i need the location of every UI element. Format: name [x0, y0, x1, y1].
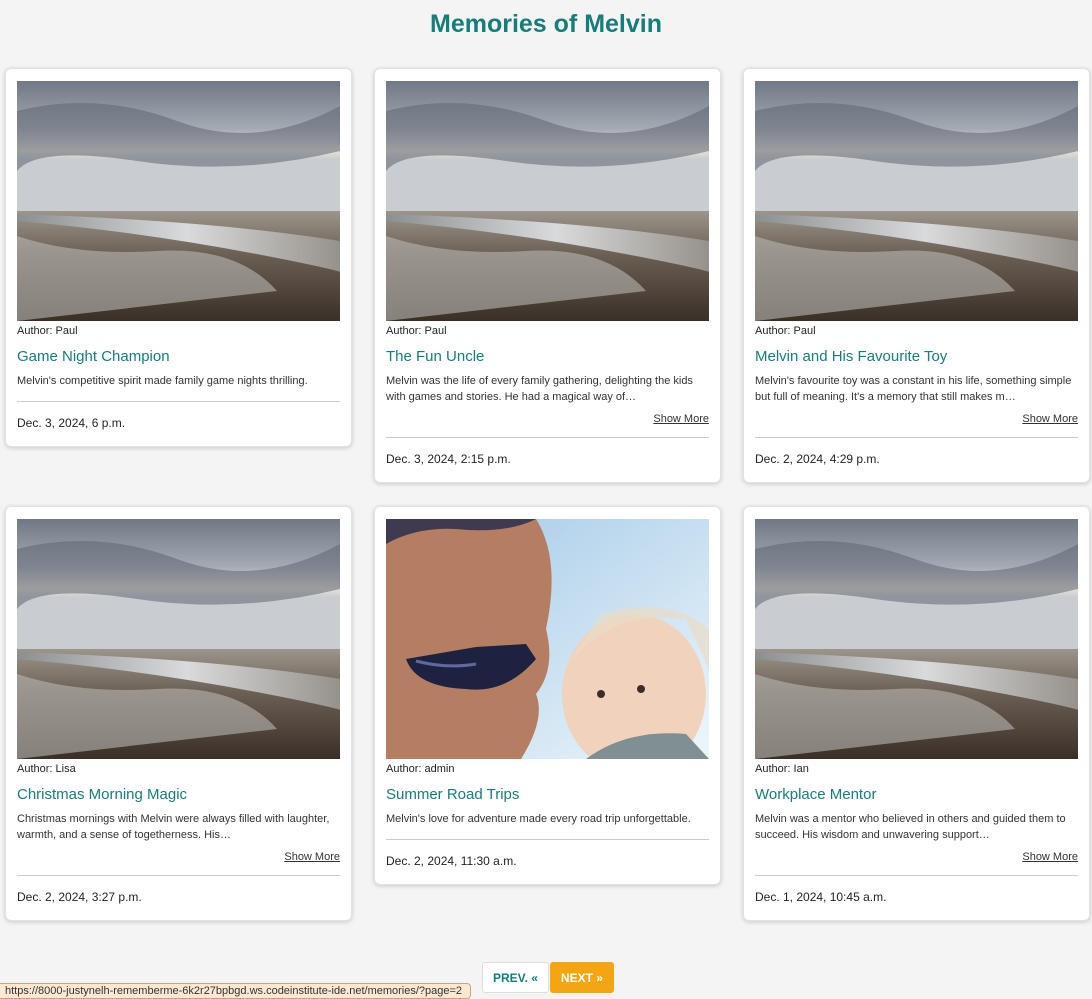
show-more-link[interactable]: Show More [755, 851, 1078, 863]
memory-photo[interactable] [17, 81, 340, 321]
memory-photo[interactable] [755, 519, 1078, 759]
show-more-link[interactable]: Show More [17, 851, 340, 863]
pagination: PREV. « NEXT » [482, 962, 614, 993]
memory-card[interactable]: Author: Lisa Christmas Morning Magic Chr… [5, 506, 352, 921]
memory-title[interactable]: Christmas Morning Magic [17, 786, 340, 803]
memory-card[interactable]: Author: Paul Game Night Champion Melvin'… [5, 68, 352, 447]
link-status-url: https://8000-justynelh-rememberme-6k2r27… [0, 983, 472, 999]
memory-title[interactable]: Summer Road Trips [386, 786, 709, 803]
memory-date: Dec. 2, 2024, 11:30 a.m. [386, 854, 517, 868]
memory-date: Dec. 1, 2024, 10:45 a.m. [755, 890, 887, 904]
memory-author: Author: admin [386, 763, 455, 775]
memory-photo[interactable] [386, 519, 709, 759]
memory-author: Author: Ian [755, 763, 809, 775]
next-page-button[interactable]: NEXT » [549, 962, 614, 993]
memory-photo[interactable] [17, 519, 340, 759]
memory-date: Dec. 3, 2024, 6 p.m. [17, 416, 126, 430]
memory-excerpt: Melvin's love for adventure made every r… [386, 813, 691, 825]
memory-photo[interactable] [386, 81, 709, 321]
memory-excerpt: Melvin was the life of every family gath… [386, 375, 693, 403]
memory-photo[interactable] [755, 81, 1078, 321]
memory-author: Author: Paul [755, 325, 816, 337]
memory-card[interactable]: Author: Paul Melvin and His Favourite To… [743, 68, 1090, 483]
memory-title[interactable]: Workplace Mentor [755, 786, 1078, 803]
memory-author: Author: Paul [386, 325, 447, 337]
memory-card[interactable]: Author: Ian Workplace Mentor Melvin was … [743, 506, 1090, 921]
memory-card[interactable]: Author: Paul The Fun Uncle Melvin was th… [374, 68, 721, 483]
memory-title[interactable]: The Fun Uncle [386, 348, 709, 365]
page-title: Memories of Melvin [430, 10, 662, 38]
show-more-link[interactable]: Show More [386, 413, 709, 425]
memory-excerpt: Melvin's favourite toy was a constant in… [755, 375, 1072, 403]
memory-title[interactable]: Game Night Champion [17, 348, 340, 365]
prev-page-button[interactable]: PREV. « [482, 962, 549, 993]
memory-date: Dec. 2, 2024, 4:29 p.m. [755, 452, 880, 466]
memory-date: Dec. 2, 2024, 3:27 p.m. [17, 890, 142, 904]
memory-title[interactable]: Melvin and His Favourite Toy [755, 348, 1078, 365]
memory-author: Author: Lisa [17, 763, 76, 775]
show-more-link[interactable]: Show More [755, 413, 1078, 425]
memory-author: Author: Paul [17, 325, 78, 337]
memory-excerpt: Christmas mornings with Melvin were alwa… [17, 813, 330, 841]
memory-excerpt: Melvin's competitive spirit made family … [17, 375, 308, 387]
memory-excerpt: Melvin was a mentor who believed in othe… [755, 813, 1066, 841]
memory-date: Dec. 3, 2024, 2:15 p.m. [386, 452, 511, 466]
memory-card[interactable]: Author: admin Summer Road Trips Melvin's… [374, 506, 721, 885]
